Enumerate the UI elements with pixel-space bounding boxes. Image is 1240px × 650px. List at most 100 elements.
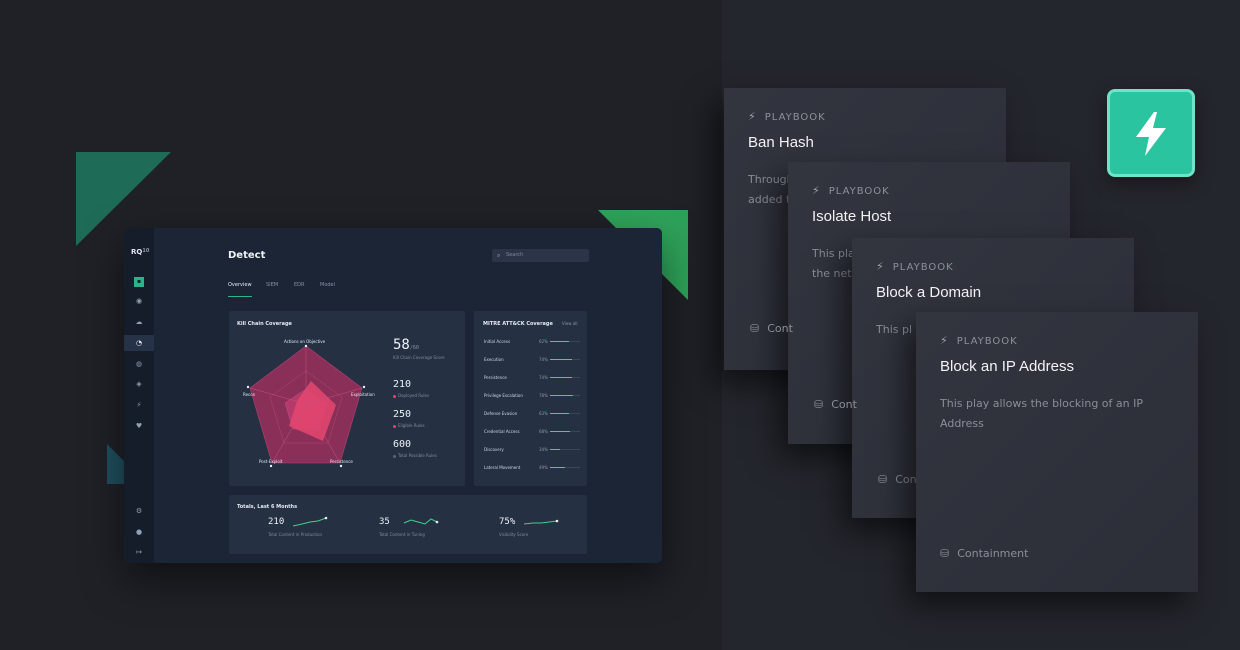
mitre-row: Privilege Escalation 78%	[484, 393, 584, 403]
target-icon: ◈	[136, 380, 142, 388]
mitre-percent: 63%	[539, 411, 548, 416]
sidebar-item-settings[interactable]: ⚙	[124, 503, 154, 519]
playbook-title: Isolate Host	[812, 208, 892, 225]
sidebar: RQ10 ▪ ◉ ☁ ◔ ◍ ◈ ⚡ ♥ ⚙ ● ↦	[124, 228, 154, 563]
visibility-sparkline	[523, 519, 559, 525]
mitre-progress-fill	[550, 413, 569, 414]
visibility-score-label: Visibility Score	[499, 532, 529, 537]
playbook-footer-block-domain: ⛁ Cont	[878, 473, 921, 486]
mitre-tactic: Initial Access	[484, 339, 511, 344]
mitre-percent: 34%	[539, 447, 548, 452]
mitre-progress-track	[550, 359, 580, 360]
page-title: Detect	[228, 250, 266, 261]
radar-label-persistence: Persistence	[330, 459, 353, 464]
tab-overview[interactable]: Overview	[228, 282, 252, 288]
cloud-icon: ☁	[135, 318, 143, 326]
tab-model[interactable]: Model	[320, 282, 335, 288]
radar-label-post-exploit: Post-Exploit	[259, 459, 283, 464]
mitre-tactic: Privilege Escalation	[484, 393, 523, 398]
total-production-value: 210	[268, 517, 285, 527]
coverage-score-label: Kill Chain Coverage Score	[393, 355, 445, 360]
mitre-tactic: Defense Evasion	[484, 411, 518, 416]
coverage-score: 58/60	[393, 337, 419, 353]
deployed-rules-value: 210	[393, 379, 412, 390]
user-icon: ●	[135, 528, 143, 536]
bolt-icon: ⚡	[812, 184, 821, 197]
mitre-progress-fill	[550, 431, 571, 432]
tab-edr[interactable]: EDR	[294, 282, 304, 288]
visibility-score-value: 75%	[499, 517, 516, 527]
database-icon: ⛁	[878, 473, 888, 486]
totals-card: Totals, Last 6 Months 210 Total Content …	[229, 495, 587, 554]
mitre-percent: 68%	[539, 429, 548, 434]
playbook-header: ⚡ PLAYBOOK	[876, 260, 954, 273]
mitre-tactic: Lateral Movement	[484, 465, 521, 470]
mitre-progress-track	[550, 449, 580, 450]
playbook-title: Block a Domain	[876, 284, 982, 301]
radar-label-recon: Recon	[243, 392, 256, 397]
mitre-percent: 74%	[539, 357, 548, 362]
playbook-bolt-badge	[1107, 89, 1195, 177]
mitre-tactic: Persistence	[484, 375, 507, 380]
sidebar-item-favorites[interactable]: ♥	[124, 418, 154, 434]
database-icon: ⛁	[940, 547, 950, 560]
radar-label-actions: Actions on Objective	[284, 339, 326, 344]
gauge-icon: ◉	[135, 297, 143, 305]
playbook-title: Block an IP Address	[940, 358, 1074, 375]
playbook-header: ⚡ PLAYBOOK	[940, 334, 1018, 347]
playbook-footer: ⛁ Containment	[940, 547, 1029, 560]
total-tuning-label: Total Content in Tuning	[379, 532, 425, 537]
sidebar-item-logout[interactable]: ↦	[124, 544, 154, 560]
deployed-rules-label: Deployed Rules	[393, 393, 429, 398]
playbook-title: Ban Hash	[748, 134, 814, 151]
active-tab-indicator	[228, 296, 252, 297]
sidebar-item-globe[interactable]: ◍	[124, 356, 154, 372]
playbook-header: ⚡ PLAYBOOK	[812, 184, 890, 197]
mitre-progress-track	[550, 413, 580, 414]
sidebar-item-profile[interactable]: ●	[124, 524, 154, 540]
tuning-sparkline	[403, 518, 439, 525]
mitre-progress-track	[550, 341, 580, 342]
mitre-tactic: Credential Access	[484, 429, 520, 434]
search-input[interactable]: ⌕ Search	[492, 249, 589, 262]
mitre-title: MITRE ATT&CK Coverage	[483, 321, 553, 327]
playbook-footer-ban-hash: ⛁ Cont	[750, 322, 793, 335]
grid-icon: ▪	[134, 277, 144, 287]
globe-icon: ◍	[135, 360, 143, 368]
bolt-icon: ⚡	[876, 260, 885, 273]
mitre-progress-fill	[550, 377, 573, 378]
mitre-progress-fill	[550, 395, 574, 396]
sidebar-item-target[interactable]: ◈	[124, 376, 154, 392]
mitre-percent: 62%	[539, 339, 548, 344]
dashboard-window: RQ10 ▪ ◉ ☁ ◔ ◍ ◈ ⚡ ♥ ⚙ ● ↦ Detect ⌕ Sear…	[124, 228, 662, 563]
mitre-card: MITRE ATT&CK Coverage View all Initial A…	[474, 311, 587, 486]
mitre-row: Execution 74%	[484, 357, 584, 367]
mitre-row: Initial Access 62%	[484, 339, 584, 349]
total-production-label: Total Content in Production	[268, 532, 322, 537]
eligible-rules-value: 250	[393, 409, 412, 420]
playbook-card-block-ip[interactable]: ⚡ PLAYBOOK Block an IP Address This play …	[916, 312, 1198, 592]
database-icon: ⛁	[814, 398, 824, 411]
bolt-icon: ⚡	[940, 334, 949, 347]
possible-rules-label: Total Possible Rules	[393, 453, 437, 458]
sidebar-item-detect[interactable]: ◔	[124, 335, 154, 351]
view-all-link[interactable]: View all	[562, 321, 577, 326]
mitre-percent: 49%	[539, 465, 548, 470]
playbook-description: This play allows the blocking of an IP A…	[940, 397, 1143, 430]
mitre-progress-fill	[550, 449, 561, 450]
radar-label-exploitation: Exploitation	[351, 392, 375, 397]
tab-siem[interactable]: SIEM	[266, 282, 278, 288]
mitre-tactic: Discovery	[484, 447, 504, 452]
app-logo: RQ10	[131, 248, 150, 256]
mitre-percent: 74%	[539, 375, 548, 380]
search-icon: ⌕	[497, 252, 501, 259]
possible-rules-value: 600	[393, 439, 412, 450]
sidebar-item-assets[interactable]: ☁	[124, 314, 154, 330]
mitre-progress-fill	[550, 359, 573, 360]
mitre-row: Discovery 34%	[484, 447, 584, 457]
kill-chain-radar	[246, 344, 366, 468]
sidebar-item-respond[interactable]: ⚡	[124, 397, 154, 413]
sidebar-item-home[interactable]: ▪	[124, 273, 154, 289]
mitre-percent: 78%	[539, 393, 548, 398]
sidebar-item-dashboard[interactable]: ◉	[124, 293, 154, 309]
